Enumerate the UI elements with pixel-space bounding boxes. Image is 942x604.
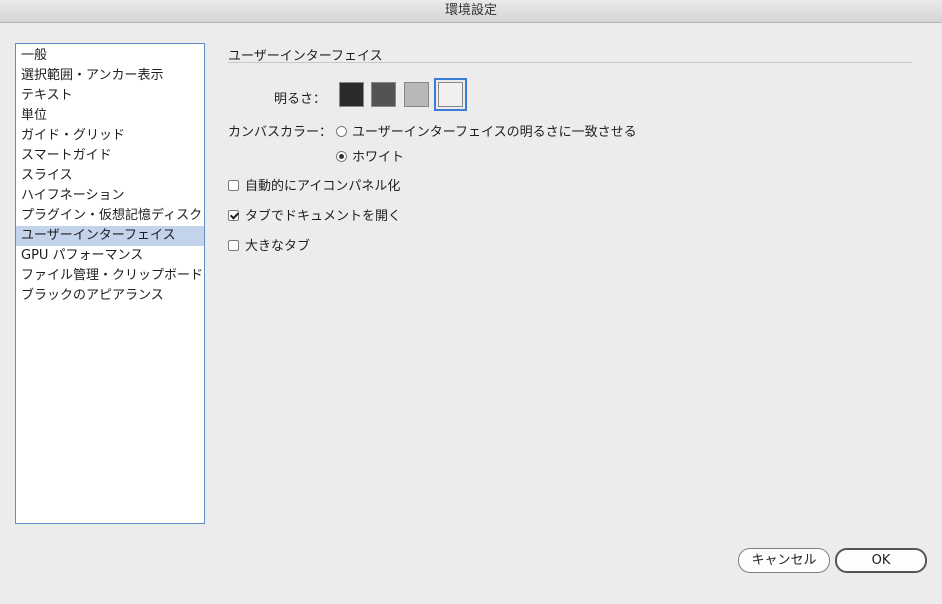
canvas-color-option-label: ホワイト (352, 150, 405, 165)
checkbox-label: タブでドキュメントを開く (245, 209, 402, 224)
canvas-color-option-label: ユーザーインターフェイスの明るさに一致させる (352, 125, 637, 140)
canvas-color-label: カンバスカラー： (228, 125, 333, 140)
brightness-label: 明るさ： (273, 92, 326, 107)
sidebar-item-slices[interactable]: スライス (16, 166, 204, 186)
sidebar-item-file-handling-clipboard[interactable]: ファイル管理・クリップボード (16, 266, 204, 286)
checkbox[interactable] (228, 180, 239, 191)
checkbox-checked[interactable] (228, 210, 239, 221)
window-titlebar: 環境設定 (0, 0, 942, 23)
sidebar-item-general[interactable]: 一般 (16, 46, 204, 66)
sidebar-item-type[interactable]: テキスト (16, 86, 204, 106)
sidebar-item-appearance-of-black[interactable]: ブラックのアピアランス (16, 286, 204, 306)
preferences-category-list[interactable]: 一般 選択範囲・アンカー表示 テキスト 単位 ガイド・グリッド スマートガイド … (15, 43, 205, 524)
radio-button[interactable] (336, 126, 347, 137)
ok-button[interactable]: OK (835, 548, 927, 573)
sidebar-item-hyphenation[interactable]: ハイフネーション (16, 186, 204, 206)
sidebar-item-plugins-scratch-disks[interactable]: プラグイン・仮想記憶ディスク (16, 206, 204, 226)
sidebar-item-units[interactable]: 単位 (16, 106, 204, 126)
sidebar-item-selection-anchor-display[interactable]: 選択範囲・アンカー表示 (16, 66, 204, 86)
radio-button-selected[interactable] (336, 151, 347, 162)
sidebar-item-smart-guides[interactable]: スマートガイド (16, 146, 204, 166)
canvas-color-option-white[interactable]: ホワイト (336, 146, 404, 165)
window-title: 環境設定 (444, 3, 497, 18)
large-tabs-option[interactable]: 大きなタブ (228, 235, 310, 254)
sidebar-item-gpu-performance[interactable]: GPU パフォーマンス (16, 246, 204, 266)
section-divider (228, 62, 912, 63)
auto-collapse-icon-panels-option[interactable]: 自動的にアイコンパネル化 (228, 175, 400, 194)
canvas-color-option-match-ui[interactable]: ユーザーインターフェイスの明るさに一致させる (336, 121, 637, 140)
sidebar-item-user-interface[interactable]: ユーザーインターフェイス (16, 226, 204, 246)
open-documents-as-tabs-option[interactable]: タブでドキュメントを開く (228, 205, 401, 224)
brightness-swatch-light[interactable] (434, 78, 467, 111)
brightness-swatch-dark[interactable] (339, 82, 364, 107)
brightness-swatch-medium-light[interactable] (404, 82, 429, 107)
sidebar-item-guides-grid[interactable]: ガイド・グリッド (16, 126, 204, 146)
checkbox-label: 自動的にアイコンパネル化 (245, 179, 401, 194)
checkbox-label: 大きなタブ (245, 239, 311, 254)
brightness-swatch-medium-dark[interactable] (371, 82, 396, 107)
checkbox[interactable] (228, 240, 239, 251)
cancel-button[interactable]: キャンセル (738, 548, 830, 573)
